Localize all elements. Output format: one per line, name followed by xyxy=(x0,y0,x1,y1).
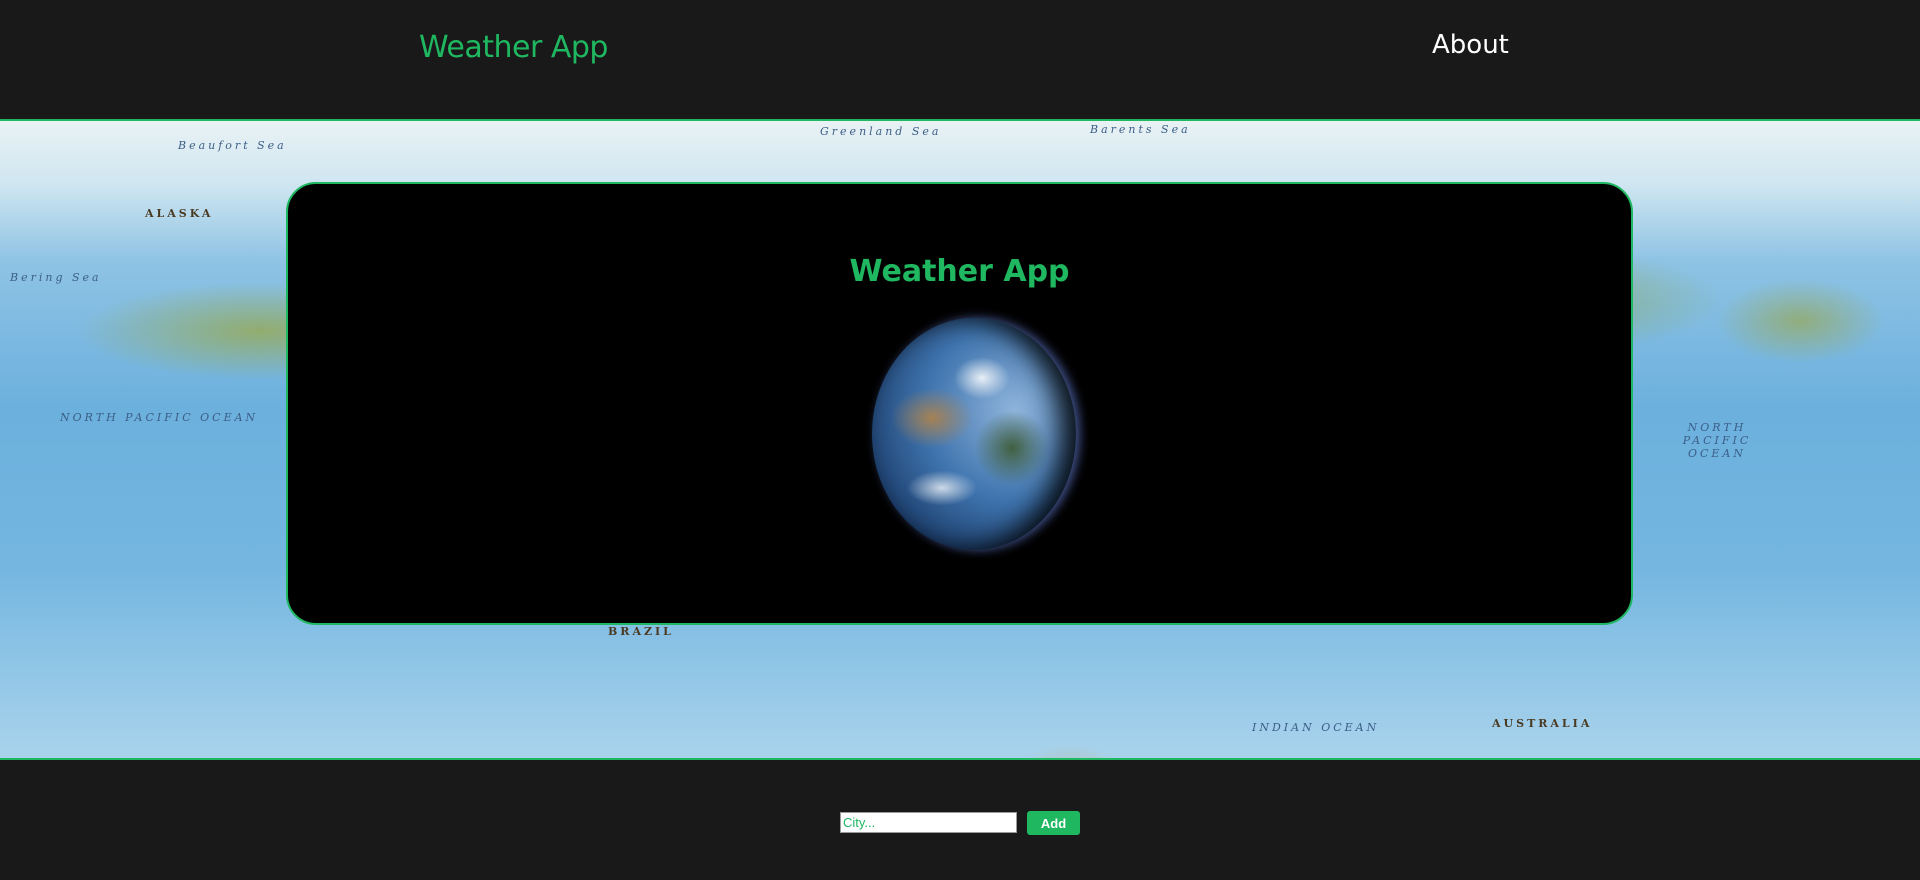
city-input[interactable] xyxy=(840,812,1017,833)
earth-globe-image xyxy=(872,318,1076,550)
map-label-brazil: BRAZIL xyxy=(608,625,674,638)
map-label-north-pacific: NORTH PACIFIC OCEAN xyxy=(60,411,259,424)
map-label-australia: AUSTRALIA xyxy=(1492,717,1593,730)
map-label-greenland: Greenland Sea xyxy=(820,125,942,138)
card-title: Weather App xyxy=(849,254,1070,289)
map-label-barents: Barents Sea xyxy=(1090,123,1191,136)
nav-about-link[interactable]: About xyxy=(1432,30,1509,60)
map-label-alaska: ALASKA xyxy=(145,207,214,220)
map-label-beaufort: Beaufort Sea xyxy=(178,139,287,152)
map-label-indian-ocean: INDIAN OCEAN xyxy=(1252,721,1380,734)
map-label-north-pacific-right: NORTH PACIFIC OCEAN xyxy=(1682,421,1752,460)
top-navbar: Weather App About xyxy=(0,0,1920,120)
add-city-button[interactable]: Add xyxy=(1027,811,1080,835)
weather-card: Weather App xyxy=(286,182,1633,625)
map-label-bering: Bering Sea xyxy=(10,271,102,284)
brand-link[interactable]: Weather App xyxy=(419,30,608,65)
